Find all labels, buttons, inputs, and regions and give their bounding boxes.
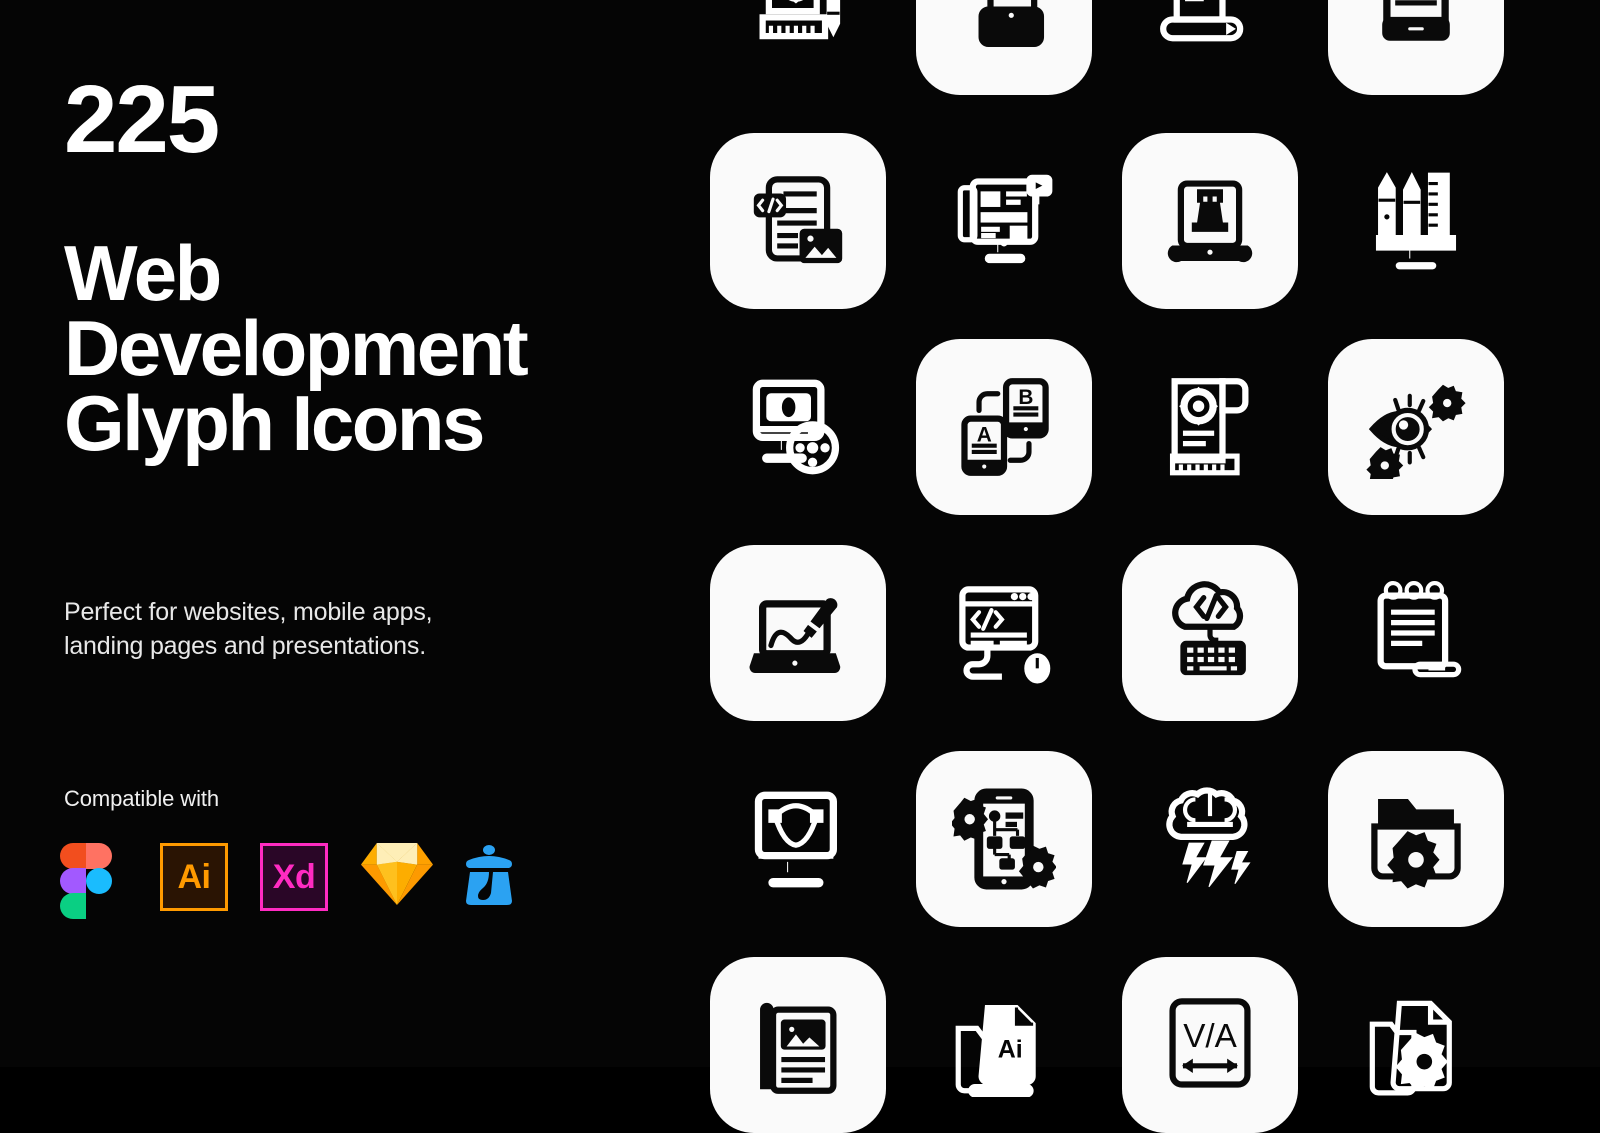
subtitle-line-1: Perfect for websites, mobile apps, bbox=[64, 598, 433, 626]
brainstorm-lightning-icon bbox=[1166, 787, 1251, 888]
laptop-chess-rook-icon bbox=[1167, 180, 1253, 263]
icon-cell-brainstorm-lightning[interactable] bbox=[1122, 751, 1298, 927]
compatible-with-label: Compatible with bbox=[64, 786, 220, 811]
icon-cell-desktop-video-reel[interactable] bbox=[710, 339, 886, 515]
icon-cell-blueprint-ruler-pencil[interactable] bbox=[710, 0, 886, 95]
title-line-2: Development bbox=[64, 303, 529, 392]
figma-shape-top-left bbox=[60, 843, 86, 869]
sketch-diamond-icon bbox=[360, 843, 434, 905]
svg-text:A: A bbox=[977, 424, 992, 447]
notepad-pen-icon bbox=[1377, 581, 1462, 678]
icon-count: 225 bbox=[64, 66, 220, 173]
monitor-bezier-curve-icon bbox=[754, 791, 837, 888]
scroll-document-video-icon bbox=[1160, 0, 1244, 42]
adobe-xd-logo: Xd bbox=[260, 843, 328, 911]
svg-text:B: B bbox=[1018, 386, 1033, 409]
icon-cell-eye-vision-settings[interactable] bbox=[1328, 339, 1504, 515]
tablet-layout-icon bbox=[1382, 0, 1450, 41]
vector-app-logo bbox=[460, 843, 522, 909]
figma-shape-mid-left bbox=[60, 868, 86, 894]
figma-shape-mid-right bbox=[86, 868, 112, 894]
laptop-paint-brush-icon bbox=[749, 598, 841, 674]
subtitle-line-2: landing pages and presentations. bbox=[64, 631, 426, 660]
ab-testing-icon: A B bbox=[961, 378, 1049, 476]
icon-cell-laptop-chess-rook[interactable] bbox=[1122, 133, 1298, 309]
icon-cell-design-tools-monitor[interactable] bbox=[1328, 133, 1504, 309]
blue-pot-icon bbox=[466, 845, 512, 905]
icon-cell-article-image-pen[interactable] bbox=[710, 957, 886, 1133]
icon-cell-tablet-layout[interactable] bbox=[1328, 0, 1504, 95]
design-tools-monitor-icon bbox=[1375, 171, 1457, 270]
icon-cell-kerning-va[interactable]: V/A bbox=[1122, 957, 1298, 1133]
file-settings-sync-icon bbox=[1369, 1000, 1452, 1096]
folder-settings-icon bbox=[1371, 798, 1461, 889]
icon-cell-notepad-pen[interactable] bbox=[1328, 545, 1504, 721]
icon-cell-cloud-code-keyboard[interactable] bbox=[1122, 545, 1298, 721]
icon-cell-desktop-wireframe-video[interactable] bbox=[916, 133, 1092, 309]
mobile-flowchart-gears-icon bbox=[952, 788, 1056, 890]
figma-shape-bottom-left bbox=[60, 893, 86, 919]
icon-cell-browser-code-mouse[interactable] bbox=[916, 545, 1092, 721]
page-subtitle: Perfect for websites, mobile apps, landi… bbox=[64, 596, 604, 664]
icon-cell-ab-testing[interactable]: A B bbox=[916, 339, 1092, 515]
svg-text:Ai: Ai bbox=[998, 1035, 1023, 1063]
icon-cell-file-settings-sync[interactable] bbox=[1328, 957, 1504, 1133]
icon-cell-laptop-paint-brush[interactable] bbox=[710, 545, 886, 721]
scroll-settings-ruler-icon bbox=[1169, 378, 1249, 476]
icon-cell-ai-file[interactable]: Ai bbox=[916, 957, 1092, 1133]
icon-grid: A B Ai V/A bbox=[690, 0, 1600, 1133]
icon-cell-scroll-settings-ruler[interactable] bbox=[1122, 339, 1298, 515]
icon-cell-folder-settings[interactable] bbox=[1328, 751, 1504, 927]
blueprint-ruler-pencil-icon bbox=[759, 0, 841, 40]
kerning-va-icon: V/A bbox=[1169, 998, 1251, 1088]
icon-cell-scroll-document-video[interactable] bbox=[1122, 0, 1298, 95]
mobile-settings-gears-icon bbox=[978, 0, 1045, 48]
desktop-video-reel-icon bbox=[752, 379, 840, 475]
left-info-panel: 225 Web Development Glyph Icons Perfect … bbox=[0, 0, 690, 1067]
article-image-pen-icon bbox=[760, 1002, 837, 1094]
browser-code-mouse-icon bbox=[959, 586, 1051, 684]
code-article-image-icon bbox=[753, 176, 843, 264]
desktop-wireframe-video-icon bbox=[957, 174, 1053, 264]
adobe-illustrator-logo: Ai bbox=[160, 843, 228, 911]
figma-logo bbox=[60, 843, 122, 919]
icon-cell-mobile-flowchart-gears[interactable] bbox=[916, 751, 1092, 927]
figma-shape-top-right bbox=[86, 843, 112, 869]
poster-canvas: 225 Web Development Glyph Icons Perfect … bbox=[0, 0, 1600, 1133]
eye-vision-settings-icon bbox=[1366, 384, 1466, 479]
cloud-code-keyboard-icon bbox=[1172, 581, 1246, 676]
icon-cell-code-article-image[interactable] bbox=[710, 133, 886, 309]
icon-cell-monitor-bezier-curve[interactable] bbox=[710, 751, 886, 927]
compatible-app-logos: Ai Xd bbox=[60, 843, 522, 919]
page-title: Web Development Glyph Icons bbox=[64, 229, 644, 467]
ai-file-icon: Ai bbox=[955, 1004, 1036, 1097]
icon-cell-mobile-settings-gears[interactable] bbox=[916, 0, 1092, 95]
adobe-xd-label: Xd bbox=[260, 843, 328, 911]
svg-text:V/A: V/A bbox=[1183, 1018, 1237, 1055]
sketch-logo bbox=[360, 843, 434, 909]
adobe-illustrator-label: Ai bbox=[160, 843, 228, 911]
title-line-3: Glyph Icons bbox=[64, 378, 485, 467]
title-line-1: Web bbox=[64, 229, 222, 317]
